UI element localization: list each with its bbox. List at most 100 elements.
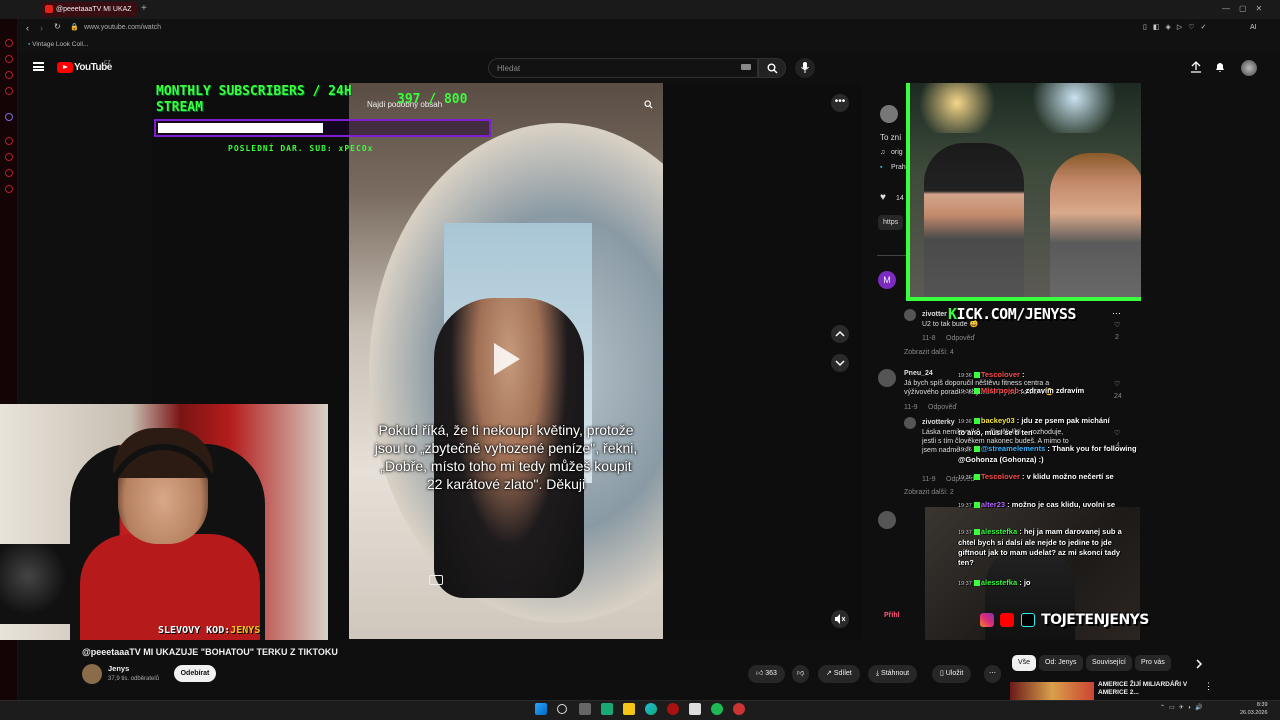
- comment-author[interactable]: zivotter: [922, 310, 947, 319]
- notifications-bell-icon[interactable]: [1214, 61, 1226, 73]
- subscriber-goal-progress: [154, 119, 491, 137]
- app-icon-green[interactable]: [601, 703, 613, 715]
- bookmark-item[interactable]: ▪ Vintage Look Coll...: [28, 41, 88, 48]
- chip-for-you[interactable]: Pro vás: [1135, 655, 1171, 671]
- like-button[interactable]: 👍︎ 363: [748, 665, 785, 683]
- search-input[interactable]: Hledat: [488, 58, 758, 78]
- heart-icon[interactable]: ♡: [1114, 321, 1120, 330]
- chat-username[interactable]: backey03: [981, 416, 1015, 425]
- next-video-button[interactable]: [831, 354, 849, 372]
- voice-search-button[interactable]: [795, 58, 815, 78]
- previous-video-button[interactable]: [831, 325, 849, 343]
- save-button[interactable]: ▯ Uložit: [932, 665, 972, 683]
- show-more-replies[interactable]: Zobrazit další: 2: [904, 488, 954, 497]
- youtube-logo-icon[interactable]: [57, 62, 73, 73]
- camera-icon: [429, 575, 443, 585]
- chat-username[interactable]: Mistrpojeb: [981, 386, 1019, 395]
- chat-username[interactable]: @streamelements: [981, 444, 1045, 453]
- suggested-video-title[interactable]: AMERICE ŽIJÍ MILIARDÁŘI V AMERICE 2...: [1098, 681, 1198, 697]
- app-icon-red[interactable]: [733, 703, 745, 715]
- chevron-right-icon[interactable]: [1195, 659, 1203, 669]
- channel-name[interactable]: Jenys: [108, 664, 129, 673]
- sidebar-icon-8[interactable]: [5, 169, 13, 177]
- more-actions-button[interactable]: ⋯: [984, 665, 1001, 683]
- comment-author[interactable]: Pneu_24: [904, 369, 933, 378]
- window-controls[interactable]: —▢✕: [1222, 4, 1271, 13]
- sidebar-icon-4[interactable]: [5, 87, 13, 95]
- forward-icon[interactable]: ›: [40, 23, 43, 33]
- taskbar-clock[interactable]: 8:39 26.03.2026: [1240, 701, 1268, 717]
- edge-icon[interactable]: [645, 703, 657, 715]
- chip-all[interactable]: Vše: [1012, 655, 1037, 671]
- chat-message: 19:37 alter23 : možno je cas klidu, uvol…: [958, 500, 1138, 511]
- system-tray-icons[interactable]: ⌃▭✈◗🔊: [1160, 704, 1207, 711]
- sidebar-icon-2[interactable]: [5, 55, 13, 63]
- bookmarks-bar: ▪ Vintage Look Coll...: [18, 38, 1280, 53]
- more-options-icon[interactable]: •••: [831, 94, 849, 112]
- comment-avatar: [878, 511, 896, 529]
- chat-username[interactable]: alesstefka: [981, 527, 1017, 536]
- comment-author[interactable]: zivotterky: [922, 418, 955, 427]
- chat-username[interactable]: Tescolover: [981, 370, 1020, 379]
- mute-button[interactable]: [831, 610, 849, 628]
- back-icon[interactable]: ‹: [26, 23, 29, 33]
- chat-username[interactable]: alter23: [981, 500, 1005, 509]
- user-avatar[interactable]: [1241, 60, 1257, 76]
- hamburger-menu-icon[interactable]: [33, 62, 44, 71]
- sidebar-icon-7[interactable]: [5, 153, 13, 161]
- windows-start-icon[interactable]: [535, 703, 547, 715]
- reply-button[interactable]: Odpověď: [928, 403, 957, 412]
- sidebar-icon-6[interactable]: [5, 137, 13, 145]
- address-bar[interactable]: ‹ › ↻ 🔒 www.youtube.com/watch ▯◧◈▷♡✓ AI: [18, 19, 1280, 38]
- dislike-button[interactable]: 👎︎: [792, 665, 810, 683]
- chat-timestamp: 19:36: [958, 389, 972, 395]
- browser-tab-active[interactable]: @peeetaaaTV MI UKAZ: [42, 2, 137, 17]
- chip-related[interactable]: Související: [1086, 655, 1132, 671]
- reply-button[interactable]: Odpověď: [946, 334, 975, 343]
- chat-username[interactable]: alesstefka: [981, 578, 1017, 587]
- suggested-video-thumbnail[interactable]: [1010, 682, 1094, 700]
- reload-icon[interactable]: ↻: [54, 22, 61, 31]
- ai-extension-label[interactable]: AI: [1250, 24, 1257, 31]
- youtube-country-code: CZ: [104, 60, 111, 66]
- comment-likes: 2: [1115, 334, 1119, 341]
- speaker-muted-icon: [835, 614, 846, 624]
- chat-timestamp: 19:37: [958, 530, 972, 536]
- file-explorer-icon[interactable]: [623, 703, 635, 715]
- comment-meta: 11-8: [922, 335, 936, 342]
- like-icon[interactable]: ♥: [880, 193, 886, 203]
- play-icon[interactable]: [494, 343, 520, 375]
- extensions-area[interactable]: ▯◧◈▷♡✓: [1143, 23, 1212, 31]
- sidebar-icon-9[interactable]: [5, 185, 13, 193]
- search-icon[interactable]: [557, 704, 567, 714]
- new-tab-button[interactable]: +: [141, 3, 147, 14]
- show-more-replies[interactable]: Zobrazit další: 4: [904, 348, 954, 357]
- subscribe-button[interactable]: Odebírat: [174, 665, 216, 682]
- sidebar-icon-1[interactable]: [5, 39, 13, 47]
- upload-icon[interactable]: [1190, 61, 1202, 73]
- video-content[interactable]: Najdi podobný obsah Pokud říká, že ti ne…: [349, 83, 663, 639]
- chat-text: : jdu ze psem pak michání: [1016, 416, 1110, 425]
- sidebar-icon-3[interactable]: [5, 71, 13, 79]
- chat-username[interactable]: Tescolover: [981, 472, 1020, 481]
- url-text[interactable]: www.youtube.com/watch: [84, 24, 161, 31]
- related-button[interactable]: Přihl: [884, 611, 900, 620]
- spotify-icon[interactable]: [711, 703, 723, 715]
- opera-browser-icon[interactable]: [667, 703, 679, 715]
- sidebar-icon-5[interactable]: [5, 113, 13, 121]
- chat-message: to ano, musí se ti ten: [958, 428, 1138, 438]
- link-chip[interactable]: https: [878, 215, 904, 230]
- chip-from-channel[interactable]: Od: Jenys: [1039, 655, 1083, 671]
- channel-avatar[interactable]: [82, 664, 102, 684]
- more-options-icon[interactable]: ⋯: [1112, 308, 1121, 319]
- chat-text: : zdravím zdravím: [1020, 386, 1085, 395]
- calendar-icon[interactable]: [689, 703, 701, 715]
- keyboard-icon[interactable]: [741, 64, 751, 70]
- share-button[interactable]: ↗ Sdílet: [818, 665, 860, 683]
- more-options-icon[interactable]: ⋮: [1204, 681, 1213, 692]
- chat-message: 19:36 Tescolover : v klidu možno nečertí…: [958, 472, 1138, 483]
- search-icon[interactable]: [644, 100, 653, 109]
- search-button[interactable]: [758, 58, 786, 78]
- download-button[interactable]: ⤓ Stáhnout: [868, 665, 918, 683]
- task-view-icon[interactable]: [579, 703, 591, 715]
